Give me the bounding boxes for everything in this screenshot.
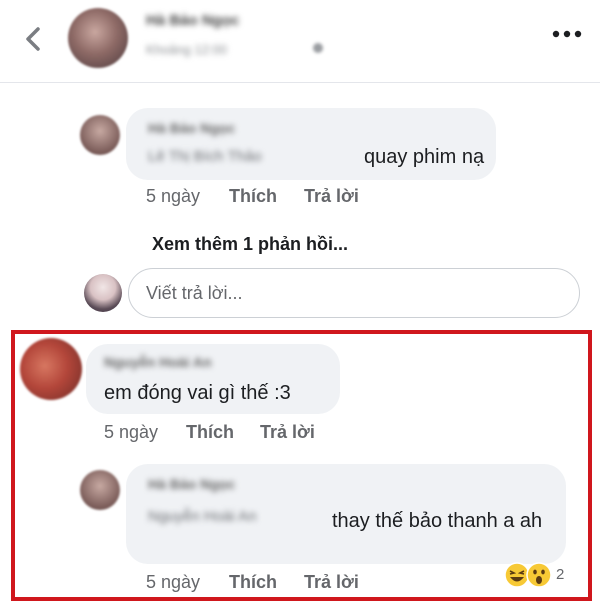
reply2-text: thay thế bảo thanh a ah xyxy=(332,510,543,532)
comment-time: 5 ngày xyxy=(104,422,159,442)
reply-bubble: Hà Bảo Ngọc Lê Thị Bích Thảo quay phim n… xyxy=(126,108,496,180)
reply-meta: 5 ngày xyxy=(146,186,200,207)
reply-time: 5 ngày xyxy=(146,186,201,206)
reply2-bubble: Hà Bảo Ngọc Nguyễn Hoài An thay thế bảo … xyxy=(126,464,566,564)
more-options-icon[interactable] xyxy=(552,30,582,38)
globe-icon xyxy=(313,43,323,53)
reply-avatar[interactable] xyxy=(80,115,120,155)
back-arrow-icon[interactable] xyxy=(24,26,42,52)
reply2-avatar[interactable] xyxy=(80,470,120,510)
post-author-name[interactable]: Hà Bảo Ngọc xyxy=(146,12,239,29)
author-avatar[interactable] xyxy=(68,8,128,68)
comment-author-name[interactable]: Nguyễn Hoài An xyxy=(104,354,212,370)
reaction-count: 2 xyxy=(556,566,565,583)
post-time: Khoảng 12:00 xyxy=(146,42,227,57)
see-more-replies-link[interactable]: Xem thêm 1 phản hồi... xyxy=(152,234,348,255)
reply-mention[interactable]: Lê Thị Bích Thảo xyxy=(148,148,262,165)
reply-input-placeholder: Viết trả lời... xyxy=(146,283,243,303)
comment-like-button[interactable]: Thích xyxy=(186,422,234,443)
current-user-avatar xyxy=(84,274,122,312)
wow-emoji-icon xyxy=(526,562,552,588)
reply2-author-name[interactable]: Hà Bảo Ngọc xyxy=(148,476,235,492)
reply2-time: 5 ngày xyxy=(146,572,201,592)
comment-text: em đóng vai gì thế :3 xyxy=(104,382,291,404)
header: Hà Bảo Ngọc Khoảng 12:00 xyxy=(0,0,600,83)
comment-reply-button[interactable]: Trả lời xyxy=(260,422,315,443)
reply-author-name[interactable]: Hà Bảo Ngọc xyxy=(148,120,235,136)
reply-text: quay phim nạ xyxy=(364,146,485,168)
reply-like-button[interactable]: Thích xyxy=(229,186,277,207)
comment-avatar[interactable] xyxy=(20,338,82,400)
comment-bubble: Nguyễn Hoài An em đóng vai gì thế :3 xyxy=(86,344,340,414)
reply-input-field[interactable]: Viết trả lời... xyxy=(128,268,580,318)
reply2-like-button[interactable]: Thích xyxy=(229,572,277,593)
reply-reply-button[interactable]: Trả lời xyxy=(304,186,359,207)
reply2-reply-button[interactable]: Trả lời xyxy=(304,572,359,593)
